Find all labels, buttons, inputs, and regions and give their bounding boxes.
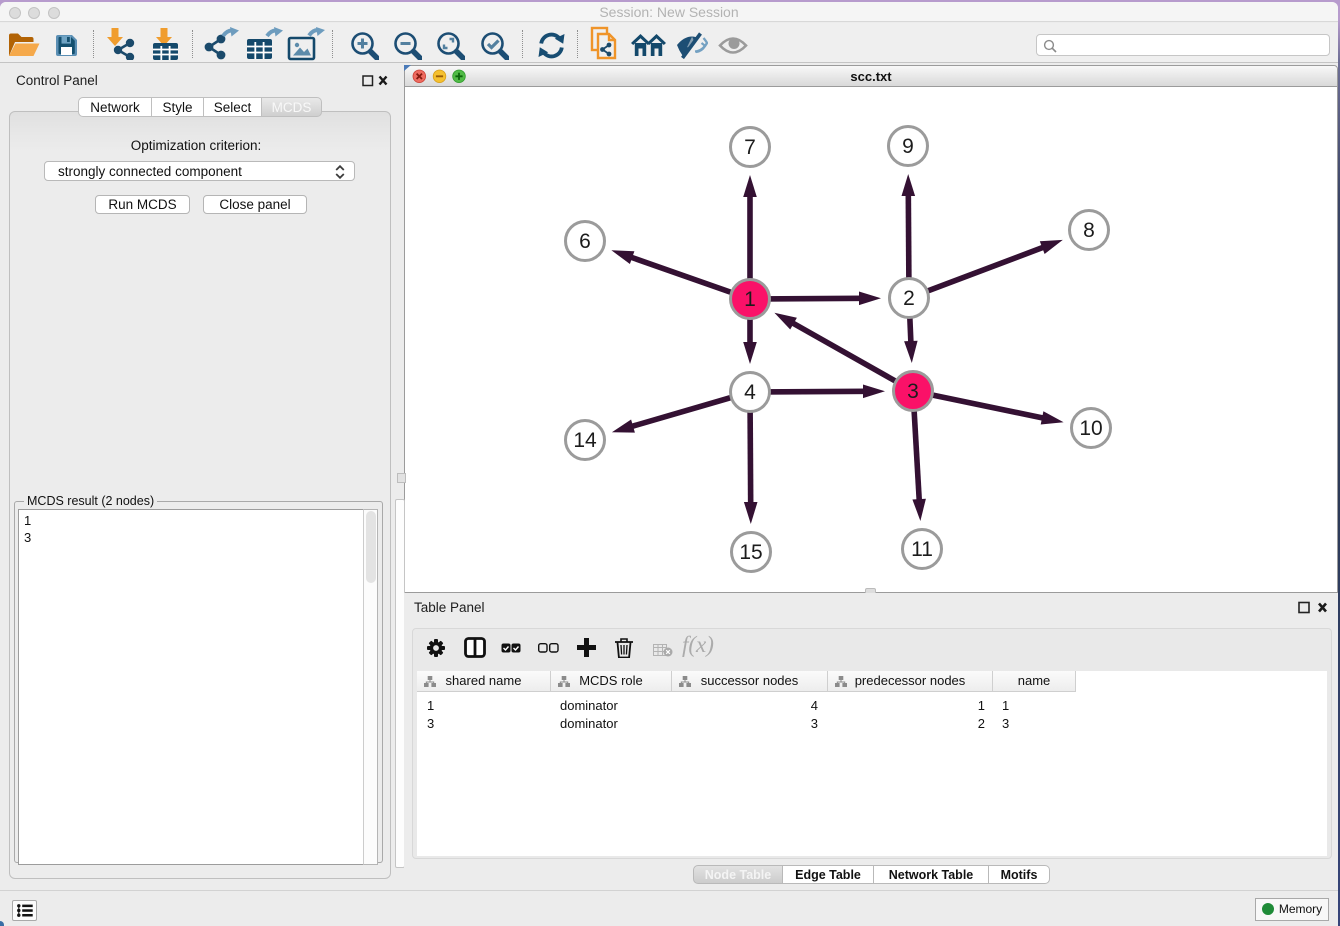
svg-text:2: 2: [903, 287, 915, 310]
svg-text:11: 11: [911, 538, 933, 561]
svg-text:7: 7: [744, 136, 756, 159]
svg-text:9: 9: [902, 135, 914, 158]
svg-text:4: 4: [744, 381, 756, 404]
svg-text:8: 8: [1083, 219, 1095, 242]
svg-text:1: 1: [744, 288, 756, 311]
svg-text:15: 15: [739, 541, 762, 564]
svg-text:6: 6: [579, 230, 591, 253]
svg-text:3: 3: [907, 380, 919, 403]
svg-text:14: 14: [573, 429, 597, 452]
svg-text:10: 10: [1079, 417, 1102, 440]
